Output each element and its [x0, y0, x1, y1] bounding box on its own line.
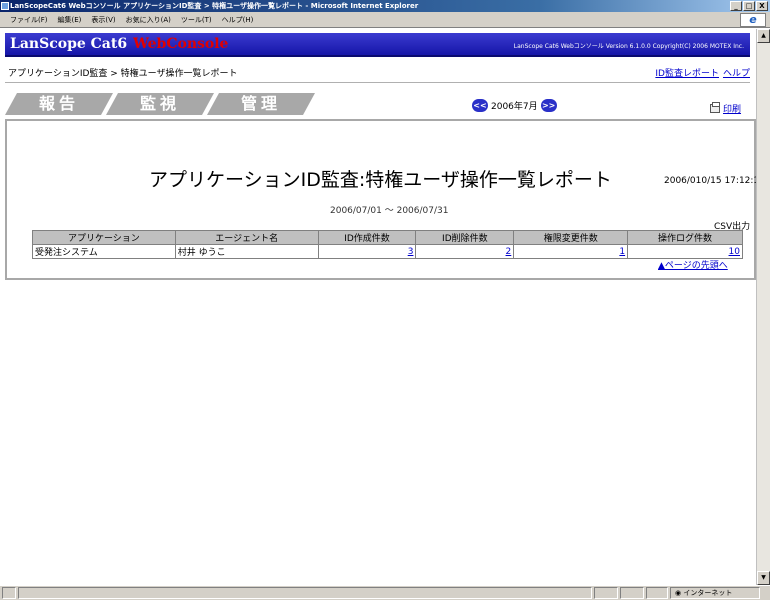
close-button[interactable]: X	[756, 1, 768, 11]
menu-help[interactable]: ヘルプ(H)	[222, 15, 254, 25]
id-audit-report-link[interactable]: ID監査レポート	[655, 66, 719, 79]
windows-logo-icon: e	[740, 13, 766, 27]
col-operation-log: 操作ログ件数	[627, 230, 743, 245]
current-month: 2006年7月	[491, 102, 538, 112]
report-table: アプリケーション エージェント名 ID作成件数 ID削除件数 権限変更件数 操作…	[32, 230, 743, 259]
report-panel: アプリケーションID監査:特権ユーザ操作一覧レポート 2006/010/15 1…	[5, 119, 756, 280]
window-title-bar: LanScopeCat6 Webコンソール アプリケーションID監査 > 特権ユ…	[0, 0, 770, 12]
month-navigator: << 2006年7月 >>	[472, 99, 557, 112]
window-controls: _ □ X	[730, 1, 768, 11]
security-zone: ◉ インターネット	[670, 587, 760, 599]
menu-edit[interactable]: 編集(E)	[58, 15, 82, 25]
operation-log-count-link[interactable]: 10	[729, 247, 740, 257]
next-month-button[interactable]: >>	[540, 99, 557, 112]
menu-bar: ファイル(F) 編集(E) 表示(V) お気に入り(A) ツール(T) ヘルプ(…	[0, 12, 770, 28]
table-header-row: アプリケーション エージェント名 ID作成件数 ID削除件数 権限変更件数 操作…	[32, 230, 743, 245]
zone-label: インターネット	[683, 589, 733, 597]
cell-id-deleted: 2	[415, 244, 515, 259]
divider	[5, 82, 750, 83]
page-content: LanScope Cat6 WebConsole LanScope Cat6 We…	[0, 29, 756, 585]
status-cell-a	[594, 587, 618, 599]
col-permission-changed: 権限変更件数	[513, 230, 629, 245]
tab-report[interactable]: 報告	[5, 93, 113, 115]
status-cell-b	[620, 587, 644, 599]
app-banner: LanScope Cat6 WebConsole LanScope Cat6 We…	[5, 33, 750, 57]
report-title: アプリケーションID監査:特権ユーザ操作一覧レポート	[149, 169, 612, 191]
menu-file[interactable]: ファイル(F)	[10, 15, 48, 25]
table-row: 受発注システム 村井 ゆうこ 3 2 1 10	[32, 244, 743, 259]
cell-application: 受発注システム	[32, 244, 176, 259]
status-bar: ◉ インターネット	[0, 585, 770, 600]
scroll-down-icon[interactable]: ▼	[757, 571, 770, 585]
app-logo: LanScope Cat6 WebConsole	[10, 36, 228, 52]
ie-app-icon	[1, 2, 9, 10]
print-action[interactable]: 印刷	[710, 102, 741, 115]
col-id-deleted: ID削除件数	[415, 230, 515, 245]
printer-icon	[710, 102, 720, 113]
col-id-created: ID作成件数	[317, 230, 417, 245]
tab-monitor[interactable]: 監視	[106, 93, 214, 115]
main-tabs: 報告 監視 管理	[0, 93, 320, 115]
page-status-icon	[2, 587, 16, 599]
window-title: LanScopeCat6 Webコンソール アプリケーションID監査 > 特権ユ…	[10, 2, 419, 10]
report-generated-time: 2006/010/15 17:12:10	[664, 176, 756, 186]
minimize-button[interactable]: _	[730, 1, 742, 11]
logo-text: LanScope Cat6	[10, 36, 128, 52]
help-link[interactable]: ヘルプ	[723, 66, 750, 79]
prev-month-button[interactable]: <<	[472, 99, 488, 112]
menu-favorites[interactable]: お気に入り(A)	[126, 15, 171, 25]
report-period: 2006/07/01 ～ 2006/07/31	[330, 206, 449, 216]
status-text-area	[18, 587, 592, 599]
breadcrumb: アプリケーションID監査 > 特権ユーザ操作一覧レポート	[8, 69, 238, 79]
print-link[interactable]: 印刷	[723, 102, 741, 115]
col-application: アプリケーション	[32, 230, 176, 245]
col-agent-name: エージェント名	[174, 230, 319, 245]
maximize-button[interactable]: □	[743, 1, 755, 11]
version-text: LanScope Cat6 Webコンソール Version 6.1.0.0 C…	[513, 43, 744, 50]
id-deleted-count-link[interactable]: 2	[506, 247, 512, 257]
cell-operation-log: 10	[627, 244, 743, 259]
tab-manage[interactable]: 管理	[207, 93, 315, 115]
menu-tools[interactable]: ツール(T)	[181, 15, 212, 25]
vertical-scrollbar[interactable]: ▲ ▼	[756, 29, 770, 585]
cell-permission-changed: 1	[513, 244, 629, 259]
id-created-count-link[interactable]: 3	[408, 247, 414, 257]
status-cell-c	[646, 587, 668, 599]
cell-agent-name: 村井 ゆうこ	[174, 244, 319, 259]
menu-view[interactable]: 表示(V)	[91, 15, 115, 25]
back-to-top-link[interactable]: ▲ページの先頭へ	[658, 258, 728, 271]
scroll-up-icon[interactable]: ▲	[757, 29, 770, 43]
top-links: ID監査レポート ヘルプ	[655, 66, 750, 79]
logo-subtext: WebConsole	[133, 36, 229, 52]
globe-icon: ◉	[675, 589, 682, 597]
permission-changed-count-link[interactable]: 1	[619, 247, 625, 257]
cell-id-created: 3	[317, 244, 417, 259]
